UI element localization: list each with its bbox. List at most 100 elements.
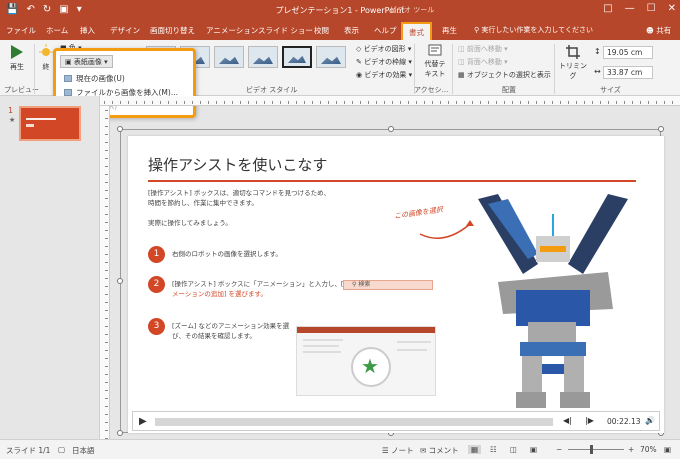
- tab-help[interactable]: ヘルプ: [374, 25, 397, 36]
- person-icon: ☻: [646, 26, 657, 35]
- video-seek-bar[interactable]: [155, 418, 553, 426]
- screenshot-row: [397, 349, 427, 351]
- ruler-tick: [105, 406, 108, 407]
- animation-star-icon: ★: [9, 116, 16, 124]
- video-style-6[interactable]: [316, 46, 346, 68]
- resize-handle-tl[interactable]: [117, 126, 123, 132]
- video-border-button[interactable]: ✎ ビデオの枠線 ▾: [356, 57, 412, 67]
- step-number-2: 2: [148, 276, 165, 293]
- step-2-line-2: メーションの追加] を選びます。: [172, 290, 267, 298]
- ruler-tick: [136, 101, 137, 104]
- crop-button[interactable]: トリミング: [558, 45, 588, 81]
- tab-insert[interactable]: 挿入: [80, 25, 95, 36]
- ruler-tick: [504, 101, 505, 104]
- spellcheck-icon[interactable]: ▢: [58, 445, 65, 454]
- zoom-level[interactable]: 70%: [640, 445, 657, 454]
- width-input[interactable]: 33.87 cm: [603, 66, 653, 79]
- ruler-tick: [272, 101, 273, 104]
- ruler-tick: [144, 101, 145, 104]
- tab-file[interactable]: ファイル: [6, 25, 36, 36]
- ruler-tick: [105, 326, 108, 327]
- group-video-styles-label: ビデオ スタイル: [246, 86, 298, 94]
- ribbon-tabs: ファイル ホーム 挿入 デザイン 画面切り替え アニメーション スライド ショー…: [0, 22, 680, 40]
- step-3-line-1: [ズーム] などのアニメーション効果を選: [172, 322, 290, 330]
- ruler-tick: [608, 101, 609, 104]
- language-indicator[interactable]: 日本語: [72, 445, 95, 456]
- selection-pane-button[interactable]: ▦ オブジェクトの選択と表示: [458, 70, 551, 80]
- ruler-tick: [240, 101, 241, 104]
- tab-design[interactable]: デザイン: [110, 25, 140, 36]
- ruler-tick: [105, 214, 108, 215]
- tab-playback[interactable]: 再生: [442, 25, 457, 36]
- minimize-icon[interactable]: —: [625, 3, 635, 14]
- zoom-in-icon[interactable]: +: [628, 445, 634, 454]
- video-style-4[interactable]: [248, 46, 278, 68]
- reading-view-icon[interactable]: ◫: [510, 445, 517, 454]
- horizontal-ruler: [100, 96, 680, 106]
- ruler-tick: [352, 101, 353, 104]
- preview-play-button[interactable]: 再生: [6, 44, 28, 72]
- send-backward-button[interactable]: ◫ 背面へ移動 ▾: [458, 57, 508, 67]
- normal-view-icon[interactable]: ▦: [468, 445, 482, 454]
- context-tool-label: ビデオ ツール: [390, 6, 435, 14]
- bring-forward-button[interactable]: ◫ 前面へ移動 ▾: [458, 44, 508, 54]
- video-style-3[interactable]: [214, 46, 244, 68]
- video-effects-button[interactable]: ◉ ビデオの効果 ▾: [356, 70, 412, 80]
- slide-thumbnail[interactable]: [19, 106, 81, 141]
- ruler-tick: [152, 101, 153, 104]
- menu-item-current-frame[interactable]: 現在の画像(U): [64, 73, 125, 84]
- correction-button[interactable]: 終: [38, 44, 54, 72]
- tab-home[interactable]: ホーム: [46, 25, 68, 36]
- ribbon-display-icon[interactable]: □: [603, 3, 612, 14]
- fit-slide-icon[interactable]: ▣: [664, 445, 671, 454]
- maximize-icon[interactable]: ☐: [647, 3, 656, 14]
- ruler-tick: [232, 101, 233, 104]
- ruler-tick: [648, 101, 649, 104]
- skip-forward-icon[interactable]: |▶: [585, 416, 594, 425]
- resize-handle-tr[interactable]: [658, 126, 664, 132]
- tab-slideshow[interactable]: スライド ショー: [258, 25, 313, 36]
- ruler-tick: [168, 101, 169, 104]
- tell-me-search[interactable]: ⚲ 実行したい作業を入力してください: [474, 25, 593, 35]
- slide-canvas[interactable]: 操作アシストを使いこなす [操作アシスト] ボックスは、適切なコマンドを見つける…: [128, 136, 664, 433]
- image-file-icon: [64, 89, 72, 96]
- tab-format[interactable]: 書式: [401, 22, 432, 40]
- comments-button[interactable]: ✉ コメント: [420, 445, 459, 456]
- tab-review[interactable]: 校閲: [314, 25, 329, 36]
- step-number-1: 1: [148, 246, 165, 263]
- ruler-tick: [105, 222, 108, 223]
- ruler-tick: [296, 101, 297, 104]
- window-buttons: □ — ☐ ✕: [603, 3, 676, 14]
- ruler-tick: [488, 101, 489, 104]
- ruler-tick: [105, 430, 108, 431]
- tab-view[interactable]: 表示: [344, 25, 359, 36]
- poster-frame-icon: ▣: [65, 58, 74, 66]
- play-icon[interactable]: ▶: [139, 416, 147, 427]
- resize-handle-bl[interactable]: [117, 430, 123, 436]
- slide-sorter-icon[interactable]: ☷: [490, 445, 497, 454]
- poster-frame-button[interactable]: ▣ 表紙画像 ▾: [60, 55, 113, 68]
- ruler-tick: [432, 101, 433, 104]
- alt-text-icon: [428, 44, 442, 56]
- slideshow-view-icon[interactable]: ▣: [530, 445, 537, 454]
- resize-handle-l[interactable]: [117, 278, 123, 284]
- resize-handle-t[interactable]: [388, 126, 394, 132]
- zoom-slider[interactable]: [568, 449, 624, 450]
- tab-animations[interactable]: アニメーション: [206, 25, 258, 36]
- skip-back-icon[interactable]: ◀|: [563, 416, 572, 425]
- zoom-slider-knob[interactable]: [590, 445, 593, 454]
- height-input[interactable]: 19.05 cm: [603, 46, 653, 59]
- close-icon[interactable]: ✕: [668, 3, 676, 14]
- intro-line-2: 時間を節約し、作業に集中できます。: [148, 199, 258, 207]
- share-button[interactable]: ☻ 共有: [646, 25, 671, 36]
- volume-icon[interactable]: 🔊: [645, 416, 655, 425]
- video-shape-button[interactable]: ◇ ビデオの図形 ▾: [356, 44, 411, 54]
- tab-transitions[interactable]: 画面切り替え: [150, 25, 195, 36]
- star-effect-icon: ★: [361, 354, 379, 378]
- screenshot-row: [303, 351, 341, 353]
- zoom-out-icon[interactable]: −: [556, 445, 562, 454]
- alt-text-button[interactable]: 代替テ キスト: [420, 43, 450, 79]
- notes-button[interactable]: ☰ ノート: [382, 445, 414, 456]
- video-style-5[interactable]: [282, 46, 312, 68]
- robot-illustration[interactable]: [468, 194, 638, 410]
